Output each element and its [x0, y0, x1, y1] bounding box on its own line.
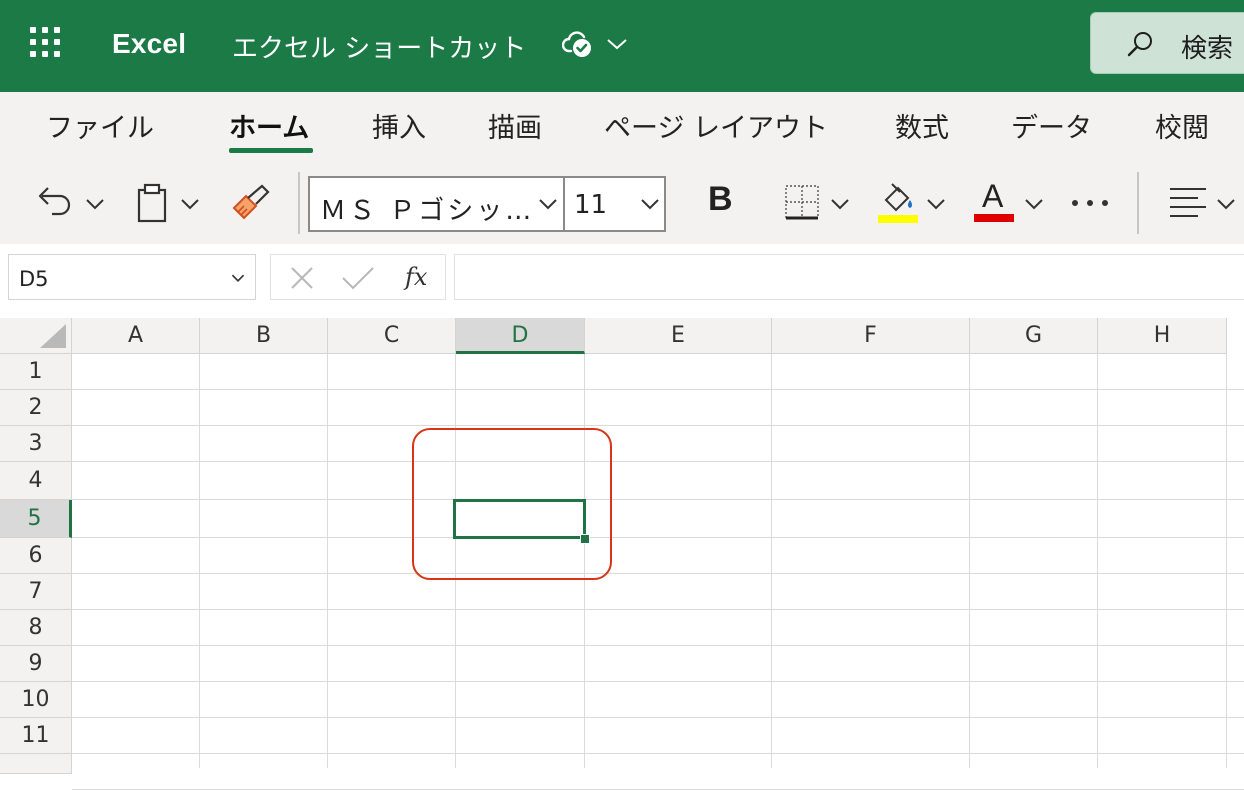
chevron-down-icon[interactable]: [926, 198, 946, 210]
formula-actions: fx: [270, 254, 446, 300]
row-header-3[interactable]: 3: [0, 426, 72, 462]
row-header-5[interactable]: 5: [0, 500, 72, 538]
formula-input[interactable]: [454, 254, 1244, 300]
row-header-9[interactable]: 9: [0, 646, 72, 682]
app-launcher-icon[interactable]: [30, 27, 64, 61]
cancel-icon[interactable]: [289, 265, 315, 291]
font-name-value: ＭＳ Ｐゴシッ…: [320, 196, 535, 226]
gridline-vertical: [771, 354, 772, 768]
chevron-down-icon[interactable]: [1024, 198, 1044, 210]
gridline-horizontal: [72, 573, 1244, 574]
gridline-horizontal: [72, 425, 1244, 426]
align-icon[interactable]: [1168, 186, 1208, 220]
tab-formulas[interactable]: 数式: [895, 106, 949, 145]
gridline-vertical: [1097, 354, 1098, 768]
font-size-value[interactable]: 11: [574, 190, 607, 220]
column-header-h[interactable]: H: [1098, 318, 1227, 354]
gridline-horizontal: [72, 537, 1244, 538]
tab-data[interactable]: データ: [1011, 106, 1092, 145]
toolbar-divider: [1137, 172, 1139, 234]
toolbar-divider: [298, 172, 300, 234]
row-header-2[interactable]: 2: [0, 390, 72, 426]
row-header-1[interactable]: 1: [0, 354, 72, 390]
gridline-horizontal: [72, 389, 1244, 390]
font-color-button[interactable]: A: [974, 178, 1014, 224]
search-box[interactable]: 検索: [1090, 12, 1244, 74]
column-header-f[interactable]: F: [772, 318, 970, 354]
gridline-vertical: [1226, 354, 1227, 768]
font-name-select[interactable]: ＭＳ Ｐゴシッ… 11: [308, 176, 666, 232]
column-header-e[interactable]: E: [585, 318, 772, 354]
row-header-4[interactable]: 4: [0, 462, 72, 500]
row-header-partial[interactable]: [0, 754, 72, 774]
confirm-icon[interactable]: [341, 265, 375, 291]
gridline-horizontal: [72, 499, 1244, 500]
tab-review[interactable]: 校閲: [1155, 106, 1209, 145]
column-header-g[interactable]: G: [970, 318, 1098, 354]
gridline-vertical: [199, 354, 200, 768]
column-header-b[interactable]: B: [200, 318, 328, 354]
chevron-down-icon[interactable]: [231, 273, 245, 283]
chevron-down-icon[interactable]: [85, 198, 105, 210]
select-all-icon: [40, 324, 66, 348]
format-painter-icon[interactable]: [230, 182, 272, 222]
font-color-label: A: [982, 178, 1004, 214]
fill-color-icon[interactable]: [878, 180, 918, 224]
gridline-horizontal: [72, 645, 1244, 646]
gridline-horizontal: [72, 609, 1244, 610]
column-header-a[interactable]: A: [72, 318, 200, 354]
name-box-value: D5: [19, 267, 49, 291]
gridline-vertical: [327, 354, 328, 768]
chevron-down-icon[interactable]: [830, 198, 850, 210]
insert-function-button[interactable]: fx: [405, 263, 427, 291]
gridline-horizontal: [72, 753, 1244, 754]
tab-page-layout[interactable]: ページ レイアウト: [604, 106, 828, 145]
title-bar: Excel エクセル ショートカット 検索: [0, 0, 1244, 92]
borders-icon[interactable]: [784, 184, 820, 220]
undo-icon[interactable]: [36, 182, 76, 222]
select-all-corner[interactable]: [0, 318, 72, 354]
chevron-down-icon[interactable]: [606, 36, 628, 52]
gridline-vertical: [969, 354, 970, 768]
chevron-down-icon[interactable]: [538, 198, 558, 210]
clipboard-icon[interactable]: [134, 182, 170, 224]
bold-button[interactable]: B: [708, 180, 733, 219]
tab-draw[interactable]: 描画: [488, 106, 542, 145]
gridline-horizontal: [72, 461, 1244, 462]
chevron-down-icon[interactable]: [640, 198, 660, 210]
font-color-swatch: [974, 214, 1014, 222]
row-header-7[interactable]: 7: [0, 574, 72, 610]
tab-insert[interactable]: 挿入: [372, 106, 426, 145]
name-box[interactable]: D5: [8, 254, 256, 300]
row-header-6[interactable]: 6: [0, 538, 72, 574]
document-title[interactable]: エクセル ショートカット: [232, 28, 526, 65]
worksheet-grid[interactable]: [0, 318, 1244, 768]
row-header-8[interactable]: 8: [0, 610, 72, 646]
search-icon: [1127, 32, 1152, 57]
tab-home[interactable]: ホーム: [229, 106, 309, 145]
font-box-divider: [563, 178, 565, 230]
column-header-d[interactable]: D: [456, 318, 585, 354]
search-label: 検索: [1181, 34, 1234, 64]
chevron-down-icon[interactable]: [180, 198, 200, 210]
app-name[interactable]: Excel: [112, 28, 186, 60]
gridline-horizontal: [72, 681, 1244, 682]
more-options-icon[interactable]: [1070, 196, 1110, 210]
tab-file[interactable]: ファイル: [46, 106, 154, 145]
gridline-horizontal: [72, 717, 1244, 718]
active-tab-indicator: [229, 148, 313, 153]
column-header-c[interactable]: C: [328, 318, 456, 354]
highlight-annotation: [412, 428, 612, 580]
row-header-10[interactable]: 10: [0, 682, 72, 718]
cloud-saved-icon[interactable]: [562, 28, 594, 60]
chevron-down-icon[interactable]: [1216, 198, 1236, 210]
row-header-11[interactable]: 11: [0, 718, 72, 754]
